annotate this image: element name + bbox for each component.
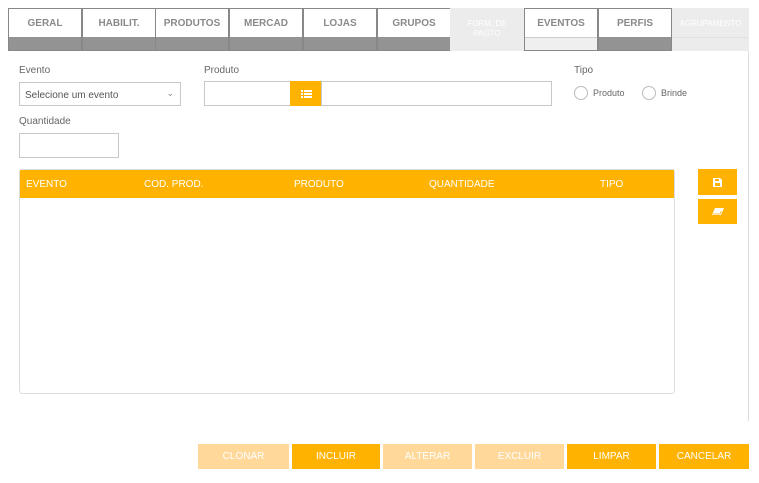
tab-form-pagto[interactable]: FORM. DE PAGTO bbox=[450, 8, 524, 51]
tab-perfis[interactable]: PERFIS bbox=[598, 8, 672, 51]
save-button[interactable] bbox=[698, 169, 737, 195]
list-icon bbox=[300, 89, 312, 98]
tab-label: PERFIS bbox=[616, 17, 654, 29]
tab-label: LOJAS bbox=[323, 17, 357, 29]
tab-label: GERAL bbox=[27, 17, 63, 29]
produto-list-button[interactable] bbox=[290, 81, 322, 106]
evento-select[interactable]: Selecione um evento ⌄ bbox=[19, 82, 181, 106]
tab-label: PRODUTOS bbox=[163, 17, 221, 29]
column-header-tipo: TIPO bbox=[600, 179, 624, 190]
column-header-produto: PRODUTO bbox=[294, 179, 344, 190]
table-header: EVENTO COD. PROD. PRODUTO QUANTIDADE TIP… bbox=[20, 170, 674, 198]
column-header-quantidade: QUANTIDADE bbox=[429, 179, 495, 190]
tab-label: GRUPOS bbox=[392, 17, 436, 29]
save-icon bbox=[713, 177, 722, 187]
items-table: EVENTO COD. PROD. PRODUTO QUANTIDADE TIP… bbox=[19, 169, 675, 394]
tab-label: MERCAD bbox=[244, 17, 288, 29]
eraser-button[interactable] bbox=[698, 199, 737, 224]
tipo-brinde-label: Brinde bbox=[661, 88, 688, 98]
tipo-brinde-radio[interactable] bbox=[642, 86, 656, 100]
tab-label: FORM. DE PAGTO bbox=[467, 19, 507, 38]
cancelar-button[interactable]: CANCELAR bbox=[659, 444, 749, 469]
produto-desc-input[interactable] bbox=[321, 81, 552, 106]
tab-lojas[interactable]: LOJAS bbox=[303, 8, 377, 51]
tab-label: HABILIT. bbox=[98, 17, 140, 29]
column-header-evento: EVENTO bbox=[26, 179, 67, 190]
tab-habilit[interactable]: HABILIT. bbox=[82, 8, 156, 51]
limpar-button[interactable]: LIMPAR bbox=[567, 444, 656, 469]
alterar-button[interactable]: ALTERAR bbox=[383, 444, 472, 469]
eraser-icon bbox=[711, 208, 724, 215]
quantidade-input[interactable] bbox=[19, 133, 119, 158]
column-header-cod-prod: COD. PROD. bbox=[144, 179, 204, 190]
evento-label: Evento bbox=[19, 65, 51, 76]
tab-mercad[interactable]: MERCAD bbox=[229, 8, 303, 51]
tab-geral[interactable]: GERAL bbox=[8, 8, 82, 51]
produto-label: Produto bbox=[204, 65, 240, 76]
tab-eventos[interactable]: EVENTOS bbox=[524, 8, 598, 51]
chevron-down-icon: ⌄ bbox=[166, 88, 174, 98]
clonar-button[interactable]: CLONAR bbox=[198, 444, 289, 469]
excluir-button[interactable]: EXCLUIR bbox=[475, 444, 564, 469]
produto-code-input[interactable] bbox=[204, 81, 291, 106]
tab-agrupamento[interactable]: AGRUPAMENTO bbox=[672, 8, 749, 51]
tipo-produto-label: Produto bbox=[593, 88, 625, 98]
tab-grupos[interactable]: GRUPOS bbox=[377, 8, 451, 51]
tipo-produto-radio[interactable] bbox=[574, 86, 588, 100]
tab-label: EVENTOS bbox=[537, 17, 585, 29]
evento-select-value: Selecione um evento bbox=[25, 90, 119, 101]
quantidade-label: Quantidade bbox=[19, 116, 71, 127]
tab-produtos[interactable]: PRODUTOS bbox=[155, 8, 229, 51]
tab-label: AGRUPAMENTO bbox=[679, 18, 742, 28]
divider bbox=[748, 51, 749, 421]
incluir-button[interactable]: INCLUIR bbox=[292, 444, 380, 469]
tipo-label: Tipo bbox=[574, 65, 594, 76]
